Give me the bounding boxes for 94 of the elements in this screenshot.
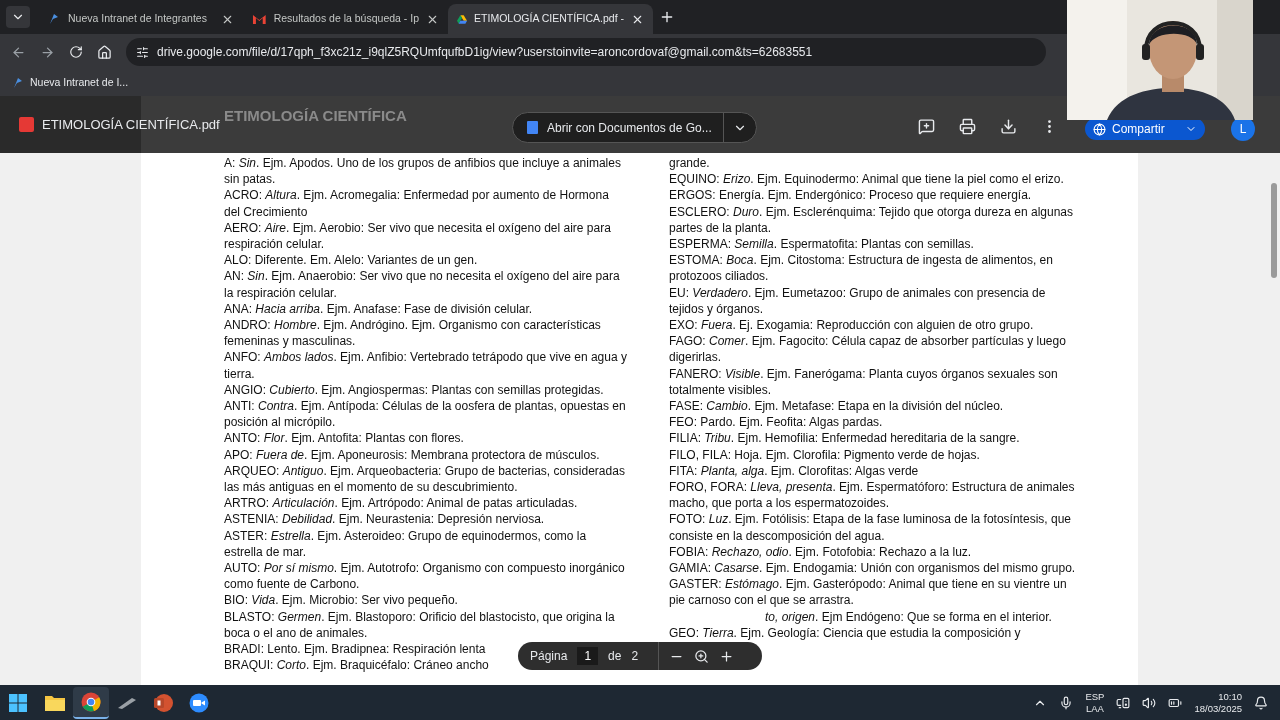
document-heading: ETIMOLOGÍA CIENTÍFICA <box>224 106 407 126</box>
entry-text: to, origen. Ejm Endógeno: Que se forma en el interior. <box>765 608 1052 625</box>
entry-text: FILO, FILA: Hoja. Ejm. Clorofila: Pigmento verde de hojas. <box>669 446 980 463</box>
url-text: drive.google.com/file/d/17qph_f3xc21z_i9qlZ5RQUmfqufbD1ig/view?userstoinvite=aroncordovaf@gmail.com&ts=62683551 <box>157 44 813 61</box>
browser-tab[interactable]: ETIMOLOGÍA CIENTÍFICA.pdf - <box>448 4 653 34</box>
keyboard-layout-label[interactable]: LAA <box>1085 702 1104 715</box>
entry-text: ARTRO: Articulación. Ejm. Artrópodo: Animal de patas articuladas. <box>224 495 578 512</box>
tab-search-button[interactable] <box>6 6 30 28</box>
download-icon[interactable] <box>1000 118 1017 135</box>
entry-text: FITA: Planta, alga. Ejm. Clorofitas: Algas verde <box>669 462 919 480</box>
entry-text: FAGO: Comer. Ejm. Fagocito: Célula capaz de absorber partículas y luego digerirlas. <box>669 333 1067 366</box>
browser-tab[interactable]: Nueva Intranet de Integrantes <box>38 4 243 34</box>
entry-text: BIO: Vida. Ejm. Microbio: Ser vivo pequeño. <box>224 592 458 609</box>
entry-text: GEO: Tierra. Ejm. Geología: Ciencia que estudia la composición y <box>669 624 1021 642</box>
mail-icon <box>252 13 267 25</box>
folder-icon <box>44 693 66 712</box>
entry-text: BRAQUI: Corto. Ejm. Braquicéfalo: Cráneo ancho <box>224 657 489 674</box>
zoom-in-icon[interactable] <box>719 648 735 664</box>
open-with-button[interactable]: Abrir con Documentos de Go... <box>512 112 757 143</box>
clock-time[interactable]: 10:10 <box>1218 690 1242 703</box>
entry-text: FORO, FORA: Lleva, presenta. Ejm. Espermatóforo: Estructura de animales macho, que porta a los espermatozoides. <box>669 479 1076 512</box>
page-total: 2 <box>631 648 639 665</box>
entry-text: GASTER: Estómago. Ejm. Gasterópodo: Animal que tiene en su vientre un pie carnoso con el que se arrastra. <box>669 576 1068 609</box>
entry-text: FEO: Pardo. Ejm. Feofita: Algas pardas. <box>669 414 883 431</box>
page-of-label: de <box>608 648 622 665</box>
entry-text: FOTO: Luz. Ejm. Fotólisis: Etapa de la fase luminosa de la fotosíntesis, que consiste en la descomposición del agua. <box>669 511 1072 544</box>
entry-text: BRADI: Lento. Ejm. Bradipnea: Respiración lenta <box>224 641 486 658</box>
print-icon[interactable] <box>959 118 976 135</box>
entry-text: ASTENIA: Debilidad. Ejm. Neurastenia: Depresión nerviosa. <box>224 511 545 528</box>
add-comment-icon[interactable] <box>918 118 935 135</box>
entry-text: ANTO: Flor. Ejm. Antofita: Plantas con flores. <box>224 430 464 447</box>
entry-text: EXO: Fuera. Ej. Exogamia: Reproducción con alguien de otro grupo. <box>669 317 1034 334</box>
network-icon[interactable] <box>1116 695 1131 710</box>
entry-text: A: Sin. Ejm. Apodos. Uno de los grupos de anfibios que incluye a animales sin patas. <box>224 155 622 188</box>
back-icon[interactable] <box>11 44 26 60</box>
entry-text: ESTOMA: Boca. Ejm. Citostoma: Estructura de ingesta de alimentos, en protozoos ciliados. <box>669 252 1054 285</box>
entry-text: ACRO: Altura. Ejm. Acromegalia: Enfermedad por aumento de Hormona del Crecimiento <box>224 187 610 220</box>
pdf-icon <box>19 117 34 132</box>
entry-text: BLASTO: Germen. Ejm. Blastoporo: Orificio del blastocisto, que origina la boca o el ano de animales. <box>224 608 616 642</box>
page-number-field[interactable]: 1 <box>577 647 599 665</box>
entry-text: APO: Fuera de. Ejm. Aponeurosis: Membrana protectora de músculos. <box>224 446 600 463</box>
entry-text: ESPERMA: Semilla. Espermatofita: Plantas con semillas. <box>669 236 974 253</box>
entry-text: ERGOS: Energía. Ejm. Endergónico: Proceso que requiere energía. <box>669 187 1032 204</box>
browser-tab[interactable]: Resultados de la búsqueda - Ip <box>243 4 448 34</box>
new-tab-icon[interactable] <box>659 9 675 25</box>
bookmark-label: Nueva Intranet de I... <box>30 75 129 91</box>
pen-icon <box>117 695 137 710</box>
tab-title: Resultados de la búsqueda - Ip <box>273 11 419 27</box>
file-name: ETIMOLOGÍA CIENTÍFICA.pdf <box>42 115 220 134</box>
entry-text: ALO: Diferente. Em. Alelo: Variantes de un gen. <box>224 252 478 269</box>
taskbar-app[interactable] <box>73 686 109 719</box>
volume-icon[interactable] <box>1142 695 1157 710</box>
entry-text: ESCLERO: Duro. Ejm. Esclerénquima: Tejido que otorga dureza en algunas partes de la planta. <box>669 203 1074 236</box>
entry-text: FILIA: Tribu. Ejm. Hemofilia: Enfermedad hereditaria de la sangre. <box>669 430 1020 447</box>
forward-icon[interactable] <box>40 44 55 60</box>
globe-icon <box>1093 122 1106 136</box>
microphone-icon[interactable] <box>1059 695 1074 710</box>
entry-text: AUTO: Por sí mismo. Ejm. Autotrofo: Organismo con compuesto inorgánico como fuente de Carbono. <box>224 560 626 593</box>
docs-icon <box>527 121 538 134</box>
reload-icon[interactable] <box>69 45 83 59</box>
notification-icon[interactable] <box>1254 695 1268 710</box>
language-label[interactable]: ESP <box>1085 690 1105 703</box>
zoom-icon[interactable] <box>694 648 710 664</box>
clock-date[interactable]: 18/03/2025 <box>1194 702 1242 715</box>
entry-text: AN: Sin. Ejm. Anaerobio: Ser vivo que no necesita el oxígeno del aire para la respiración celular. <box>224 268 621 301</box>
home-icon[interactable] <box>97 44 112 60</box>
entry-text: ANA: Hacia arriba. Ejm. Anafase: Fase de división celular. <box>224 300 533 318</box>
entry-text: ANGIO: Cubierto. Ejm. Angiospermas: Plantas con semillas protegidas. <box>224 381 604 399</box>
scrollbar-thumb[interactable] <box>1271 183 1277 278</box>
entry-text: EU: Verdadero. Ejm. Eumetazoo: Grupo de animales con presencia de tejidos y órganos. <box>669 284 1047 318</box>
triangle-logo-icon <box>457 12 468 26</box>
bookmark[interactable]: Nueva Intranet de I... <box>11 75 129 91</box>
entry-text: EQUINO: Erizo. Ejm. Equinodermo: Animal que tiene la piel como el erizo. <box>669 171 1064 188</box>
entry-text: ANTI: Contra. Ejm. Antípoda: Células de la oosfera de plantas, opuestas en posición al micrópilo. <box>224 398 627 431</box>
entry-text: grande. <box>669 155 710 172</box>
entry-text: ARQUEO: Antiguo. Ejm. Arqueobacteria: Grupo de bacterias, consideradas las más antiguas en el momento de su descubrimiento. <box>224 462 626 496</box>
browser-logo-icon <box>81 691 101 712</box>
page-label: Página <box>530 648 568 665</box>
entry-text: ANFO: Ambos lados. Ejm. Anfibio: Vertebrado tetrápodo que vive en agua y tierra. <box>224 349 628 382</box>
address-field[interactable]: drive.google.com/file/d/17qph_f3xc21z_i9qlZ5RQUmfqufbD1ig/view?userstoinvite=aroncordovaf@gmail.com&ts=62683551 <box>126 38 1046 66</box>
entry-text: FOBIA: Rechazo, odio. Ejm. Fotofobia: Rechazo a la luz. <box>669 543 972 561</box>
entry-text: AERO: Aire. Ejm. Aerobio: Ser vivo que necesita el oxígeno del aire para respiración celular. <box>224 219 612 253</box>
entry-text: ASTER: Estrella. Ejm. Asteroideo: Grupo de equinodermos, como la estrella de mar. <box>224 527 588 561</box>
entry-text: FANERO: Visible. Ejm. Fanerógama: Planta cuyos órganos sexuales son totalmente visibles. <box>669 365 1059 399</box>
tab-title: Nueva Intranet de Integrantes <box>68 11 208 27</box>
entry-text: FASE: Cambio. Ejm. Metafase: Etapa en la división del núcleo. <box>669 398 1004 415</box>
site-info-icon[interactable] <box>136 45 149 59</box>
entry-text: ANDRO: Hombre. Ejm. Andrógino. Ejm. Organismo con características femeninas y masculinas. <box>224 317 602 350</box>
entry-text: GAMIA: Casarse. Ejm. Endogamia: Unión con organismos del mismo grupo. <box>669 560 1076 577</box>
start-icon[interactable] <box>9 693 27 712</box>
video-app-icon <box>189 692 209 713</box>
share-button[interactable]: Compartir <box>1085 118 1205 140</box>
slides-app-icon <box>153 692 173 713</box>
tab-title: ETIMOLOGÍA CIENTÍFICA.pdf - <box>474 11 624 27</box>
